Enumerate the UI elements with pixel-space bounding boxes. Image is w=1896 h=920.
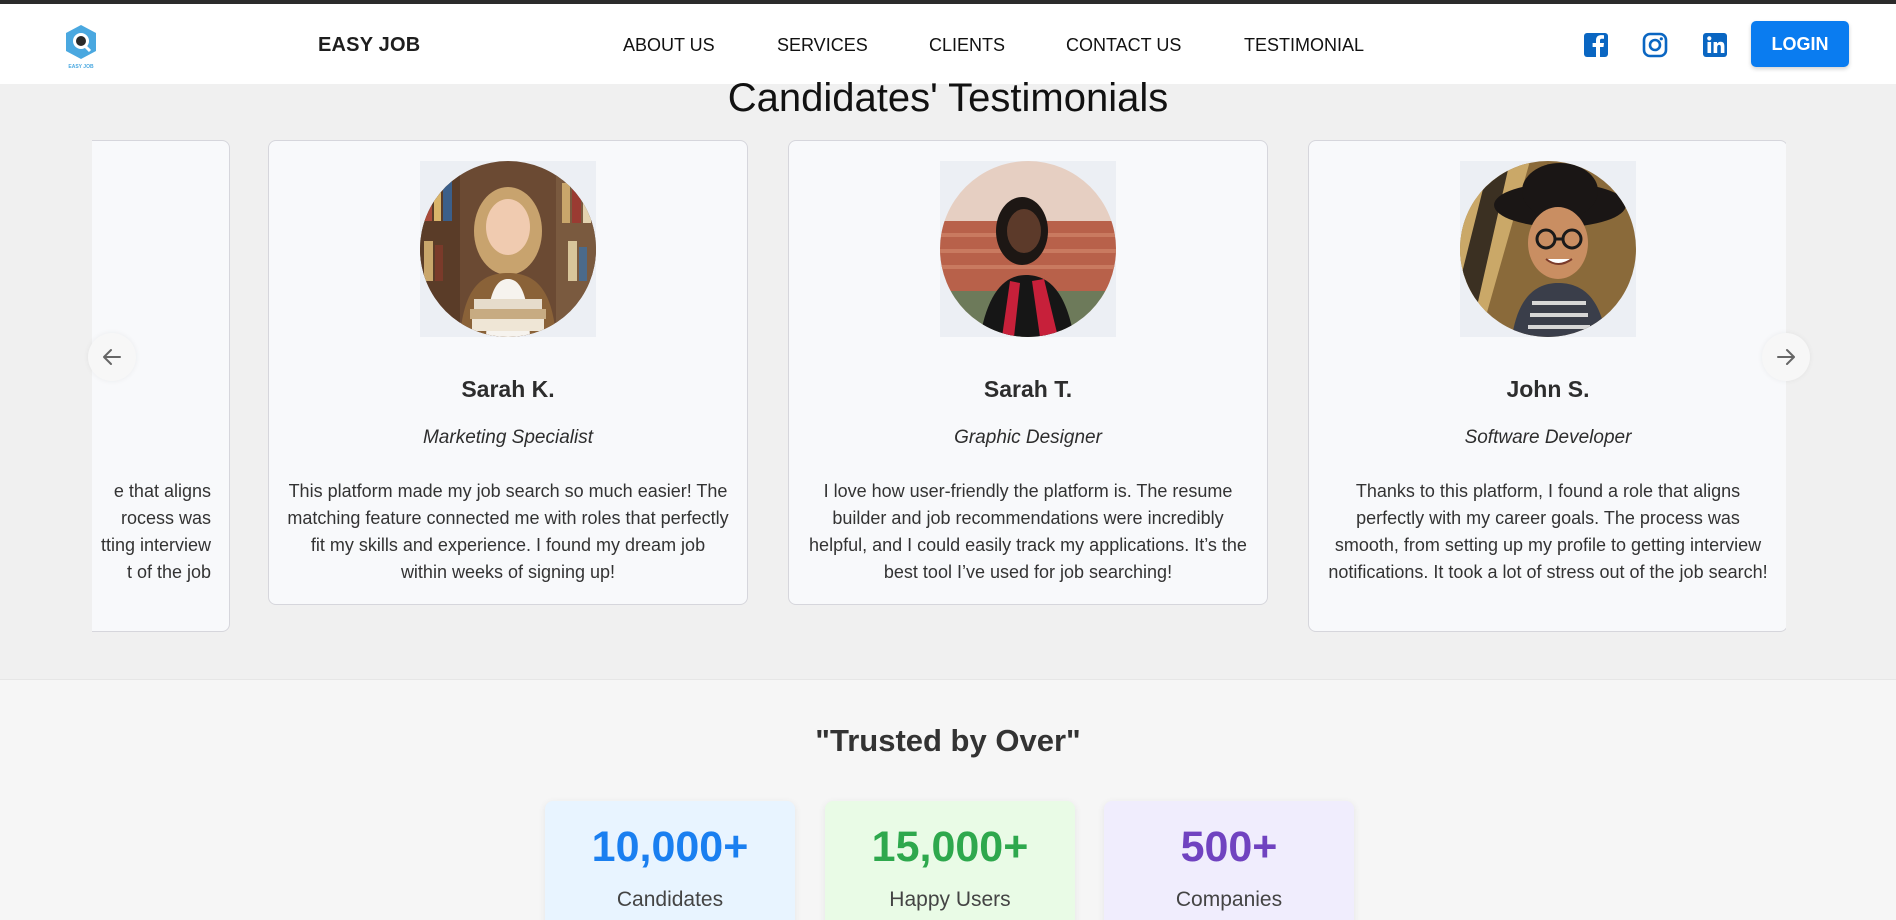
avatar-sarah-t — [940, 161, 1116, 337]
arrow-right-icon — [1777, 349, 1795, 365]
stat-label: Candidates — [616, 888, 724, 911]
stat-card-companies: 500+ Companies — [1104, 801, 1354, 920]
avatar-frame — [420, 161, 596, 337]
instagram-icon[interactable] — [1641, 31, 1669, 59]
testimonial-text: Thanks to this platform, I found a role … — [1328, 481, 1768, 582]
linkedin-icon[interactable] — [1701, 31, 1729, 59]
trusted-section: "Trusted by Over" 10,000+ Candidates 15,… — [0, 679, 1896, 920]
testimonials-title: Candidates' Testimonials — [727, 76, 1169, 120]
testimonial-text: I love how user-friendly the platform is… — [809, 481, 1247, 582]
logo-text: EASY JOB — [68, 64, 94, 70]
partial-text-line: rocess was — [120, 508, 211, 528]
partial-text-line: t of the job — [126, 562, 211, 582]
testimonial-card-partial: e that aligns rocess was tting interview… — [92, 140, 230, 632]
brand-name[interactable]: EASY JOB — [318, 34, 420, 57]
stat-card-candidates: 10,000+ Candidates — [545, 801, 795, 920]
avatar-frame — [940, 161, 1116, 337]
stat-value: 500+ — [1180, 823, 1278, 871]
carousel-prev-button[interactable] — [88, 333, 136, 381]
testimonials-carousel: e that aligns rocess was tting interview… — [92, 140, 1786, 634]
nav-clients[interactable]: CLIENTS — [929, 35, 1005, 56]
nav-contact-us[interactable]: CONTACT US — [1066, 35, 1181, 56]
avatar-john-s — [1460, 161, 1636, 337]
stat-label: Companies — [1175, 888, 1283, 911]
arrow-left-icon — [103, 349, 121, 365]
nav-services[interactable]: SERVICES — [777, 35, 868, 56]
login-button[interactable]: LOGIN — [1751, 21, 1849, 67]
trusted-title: "Trusted by Over" — [815, 723, 1081, 758]
carousel-next-button[interactable] — [1762, 333, 1810, 381]
testimonial-role: Graphic Designer — [954, 427, 1102, 448]
stat-value: 10,000+ — [591, 823, 749, 871]
testimonial-text: This platform made my job search so much… — [287, 481, 729, 582]
nav-testimonial[interactable]: TESTIMONIAL — [1244, 35, 1364, 56]
testimonial-card: John S. Software Developer Thanks to thi… — [1308, 140, 1786, 632]
testimonial-card: Sarah K. Marketing Specialist This platf… — [268, 140, 748, 605]
testimonial-role: Marketing Specialist — [422, 427, 594, 448]
partial-text-line: tting interview — [100, 535, 211, 555]
avatar-sarah-k — [420, 161, 596, 337]
stat-value: 15,000+ — [871, 823, 1029, 871]
facebook-icon[interactable] — [1582, 31, 1610, 59]
testimonial-name: Sarah K. — [461, 376, 555, 402]
testimonial-card: Sarah T. Graphic Designer I love how use… — [788, 140, 1268, 605]
stat-card-happy-users: 15,000+ Happy Users — [825, 801, 1075, 920]
partial-text-line: e that aligns — [113, 481, 211, 501]
logo-icon[interactable]: EASY JOB — [63, 24, 99, 70]
navbar: EASY JOB EASY JOB ABOUT US SERVICES CLIE… — [0, 4, 1896, 84]
nav-about-us[interactable]: ABOUT US — [623, 35, 715, 56]
stat-label: Happy Users — [889, 888, 1011, 911]
testimonial-name: John S. — [1506, 376, 1590, 402]
avatar-frame — [1460, 161, 1636, 337]
testimonial-role: Software Developer — [1464, 427, 1632, 448]
testimonial-name: Sarah T. — [983, 376, 1073, 402]
